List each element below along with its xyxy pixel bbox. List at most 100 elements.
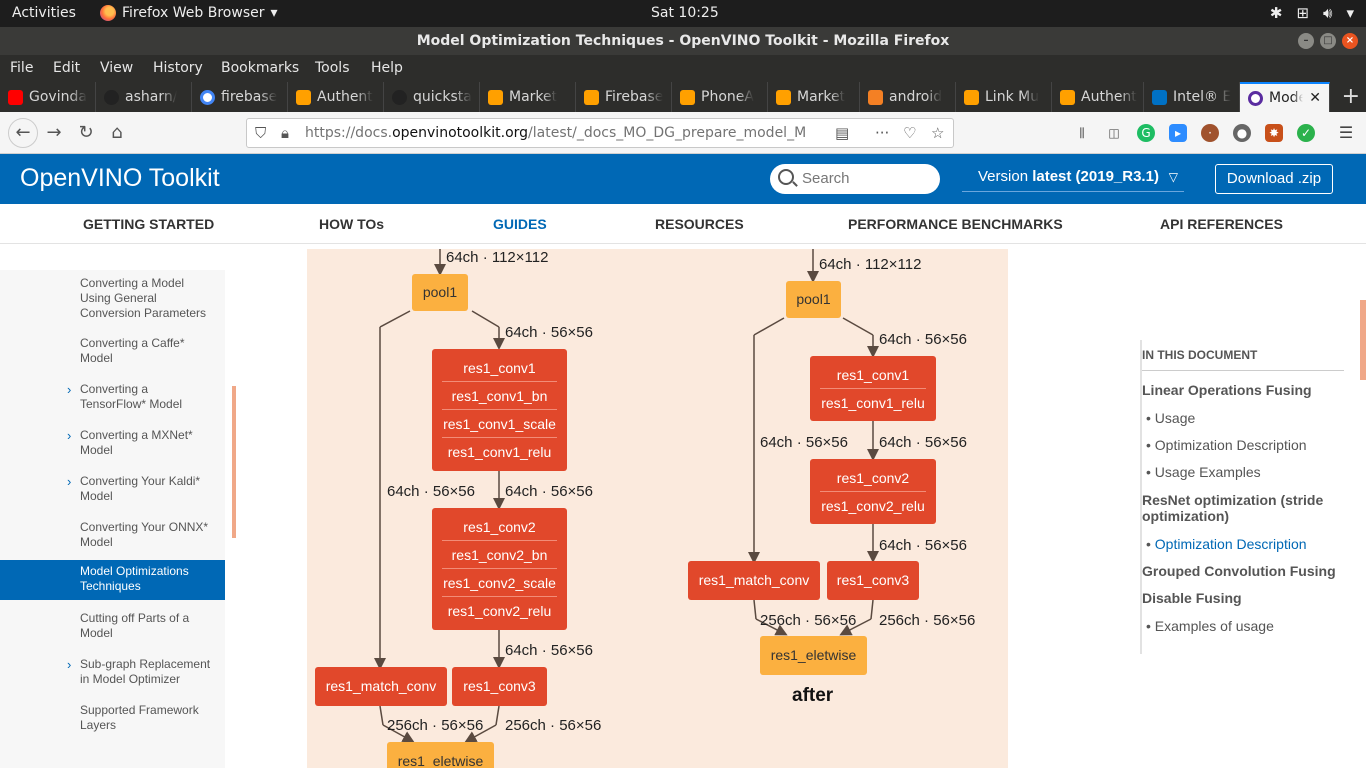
- hamburger-menu-icon[interactable]: ☰: [1337, 124, 1355, 142]
- shield-icon[interactable]: ⛉: [255, 124, 266, 142]
- activities-button[interactable]: Activities: [12, 5, 76, 21]
- sidebar-item[interactable]: Cutting off Parts of a Model: [0, 611, 225, 641]
- forward-button[interactable]: →: [42, 121, 66, 145]
- tab[interactable]: firebase: [192, 82, 288, 112]
- page-scrollbar[interactable]: [1360, 300, 1366, 380]
- toc-link[interactable]: • Optimization Description: [1146, 437, 1307, 453]
- chevron-right-icon[interactable]: ›: [67, 474, 71, 489]
- sidebar-item[interactable]: Converting a Model Using General Convers…: [0, 276, 225, 321]
- sidebar-item[interactable]: › Converting a MXNet* Model: [0, 428, 225, 458]
- layer-label: res1_conv2_scale: [442, 569, 557, 597]
- sidebar-item[interactable]: Converting a Caffe* Model: [0, 336, 225, 366]
- tab-active[interactable]: Mode✕: [1240, 82, 1330, 112]
- edge-label: 64ch · 112×112: [819, 256, 922, 273]
- menu-edit[interactable]: Edit: [53, 60, 80, 76]
- tab[interactable]: Authent: [288, 82, 384, 112]
- nav-performance-benchmarks[interactable]: PERFORMANCE BENCHMARKS: [848, 216, 1063, 232]
- nav-how-tos[interactable]: HOW TOs: [319, 216, 384, 232]
- chevron-right-icon[interactable]: ›: [67, 428, 71, 443]
- tab[interactable]: Authent: [1052, 82, 1144, 112]
- toc-link[interactable]: Linear Operations Fusing: [1142, 382, 1342, 398]
- home-button[interactable]: ⌂: [105, 121, 129, 145]
- sidebar-item-active[interactable]: Model Optimizations Techniques: [0, 560, 225, 600]
- cookie-icon[interactable]: ·: [1201, 124, 1219, 142]
- toc-link[interactable]: • Usage: [1146, 410, 1195, 426]
- node-block-conv2: res1_conv2 res1_conv2_bn res1_conv2_scal…: [432, 508, 567, 630]
- url-text[interactable]: https://docs.openvinotoolkit.org/latest/…: [305, 125, 805, 141]
- url-bar[interactable]: ⛉ 🔒︎ https://docs.openvinotoolkit.org/la…: [246, 118, 954, 148]
- extension-icon[interactable]: ✸: [1265, 124, 1283, 142]
- power-icon[interactable]: ▾: [1346, 4, 1354, 22]
- sidebar-item[interactable]: › Converting Your Kaldi* Model: [0, 474, 225, 504]
- tab[interactable]: Firebase: [576, 82, 672, 112]
- menu-bookmarks[interactable]: Bookmarks: [221, 60, 299, 76]
- network-icon[interactable]: ⊞: [1296, 4, 1309, 22]
- menu-file[interactable]: File: [10, 60, 33, 76]
- site-brand[interactable]: OpenVINO Toolkit: [20, 164, 220, 193]
- sidebar-item[interactable]: › Sub-graph Replacement in Model Optimize…: [0, 657, 225, 687]
- accessibility-icon[interactable]: ✱: [1270, 4, 1283, 22]
- volume-icon[interactable]: 🔊︎: [1323, 4, 1332, 22]
- toc-link[interactable]: • Examples of usage: [1146, 618, 1274, 634]
- tab[interactable]: Govinda: [0, 82, 96, 112]
- close-window-button[interactable]: ×: [1342, 33, 1358, 49]
- node-pool1: pool1: [786, 281, 841, 318]
- maximize-button[interactable]: □: [1320, 33, 1336, 49]
- new-tab-button[interactable]: +: [1342, 84, 1360, 109]
- close-tab-icon[interactable]: ✕: [1309, 90, 1321, 106]
- node-match-conv: res1_match_conv: [315, 667, 447, 706]
- nav-resources[interactable]: RESOURCES: [655, 216, 744, 232]
- lock-icon[interactable]: 🔒︎: [281, 124, 289, 142]
- toc-link[interactable]: ResNet optimization (stride optimization…: [1142, 492, 1342, 524]
- tab[interactable]: android: [860, 82, 956, 112]
- back-button[interactable]: ←: [8, 118, 38, 148]
- toc-link[interactable]: Disable Fusing: [1142, 590, 1342, 606]
- library-icon[interactable]: ⫼: [1073, 124, 1091, 142]
- nav-getting-started[interactable]: GETTING STARTED: [83, 216, 214, 232]
- node-conv3: res1_conv3: [827, 561, 919, 600]
- nav-api-references[interactable]: API REFERENCES: [1160, 216, 1283, 232]
- stackoverflow-icon: [868, 89, 883, 105]
- app-menu[interactable]: Firefox Web Browser ▾: [100, 5, 278, 21]
- layer-label: res1_conv2_relu: [447, 603, 552, 619]
- minimize-button[interactable]: –: [1298, 33, 1314, 49]
- menu-view[interactable]: View: [100, 60, 133, 76]
- grammarly-icon[interactable]: G: [1137, 124, 1155, 142]
- menu-tools[interactable]: Tools: [315, 60, 350, 76]
- clock[interactable]: Sat 10:25: [651, 5, 719, 21]
- sidebar-item[interactable]: › Converting a TensorFlow* Model: [0, 382, 225, 412]
- edge-label: 64ch · 56×56: [505, 324, 593, 341]
- chevron-right-icon[interactable]: ›: [67, 657, 71, 672]
- search-input[interactable]: Search: [770, 164, 940, 194]
- download-zip-button[interactable]: Download .zip: [1215, 164, 1333, 194]
- tab[interactable]: Intel® E: [1144, 82, 1240, 112]
- system-tray[interactable]: ✱ ⊞ 🔊︎ ▾: [1270, 4, 1354, 22]
- tab[interactable]: Link Mu: [956, 82, 1052, 112]
- menu-help[interactable]: Help: [371, 60, 403, 76]
- toc-link[interactable]: • Usage Examples: [1146, 464, 1261, 480]
- tab[interactable]: Market: [768, 82, 860, 112]
- version-select[interactable]: Version latest (2019_R3.1) ▽: [962, 168, 1184, 192]
- layer-label: res1_conv2_bn: [442, 541, 557, 569]
- toc-link-active[interactable]: • Optimization Description: [1146, 536, 1307, 552]
- sidebar-scrollbar[interactable]: [232, 386, 236, 538]
- toc-link[interactable]: Grouped Convolution Fusing: [1142, 563, 1342, 579]
- tab[interactable]: asharn/: [96, 82, 192, 112]
- sidebar-item[interactable]: Supported Framework Layers: [0, 703, 225, 733]
- page-actions-icon[interactable]: ···: [875, 124, 889, 142]
- tab[interactable]: PhoneA: [672, 82, 768, 112]
- menu-history[interactable]: History: [153, 60, 203, 76]
- bookmark-star-icon[interactable]: ☆: [931, 124, 944, 142]
- tab[interactable]: Market: [480, 82, 576, 112]
- extension-green-icon[interactable]: ✓: [1297, 124, 1315, 142]
- tab[interactable]: quicksta: [384, 82, 480, 112]
- zoom-icon[interactable]: ▸: [1169, 124, 1187, 142]
- sidebar-item[interactable]: Converting Your ONNX* Model: [0, 520, 225, 550]
- nav-guides[interactable]: GUIDES: [493, 216, 547, 232]
- account-icon[interactable]: ●: [1233, 124, 1251, 142]
- reload-button[interactable]: ↻: [74, 121, 98, 145]
- sidebar-icon[interactable]: ◫: [1105, 124, 1123, 142]
- chevron-right-icon[interactable]: ›: [67, 382, 71, 397]
- reader-view-icon[interactable]: ▤: [835, 124, 849, 142]
- pocket-icon[interactable]: ♡: [903, 124, 916, 142]
